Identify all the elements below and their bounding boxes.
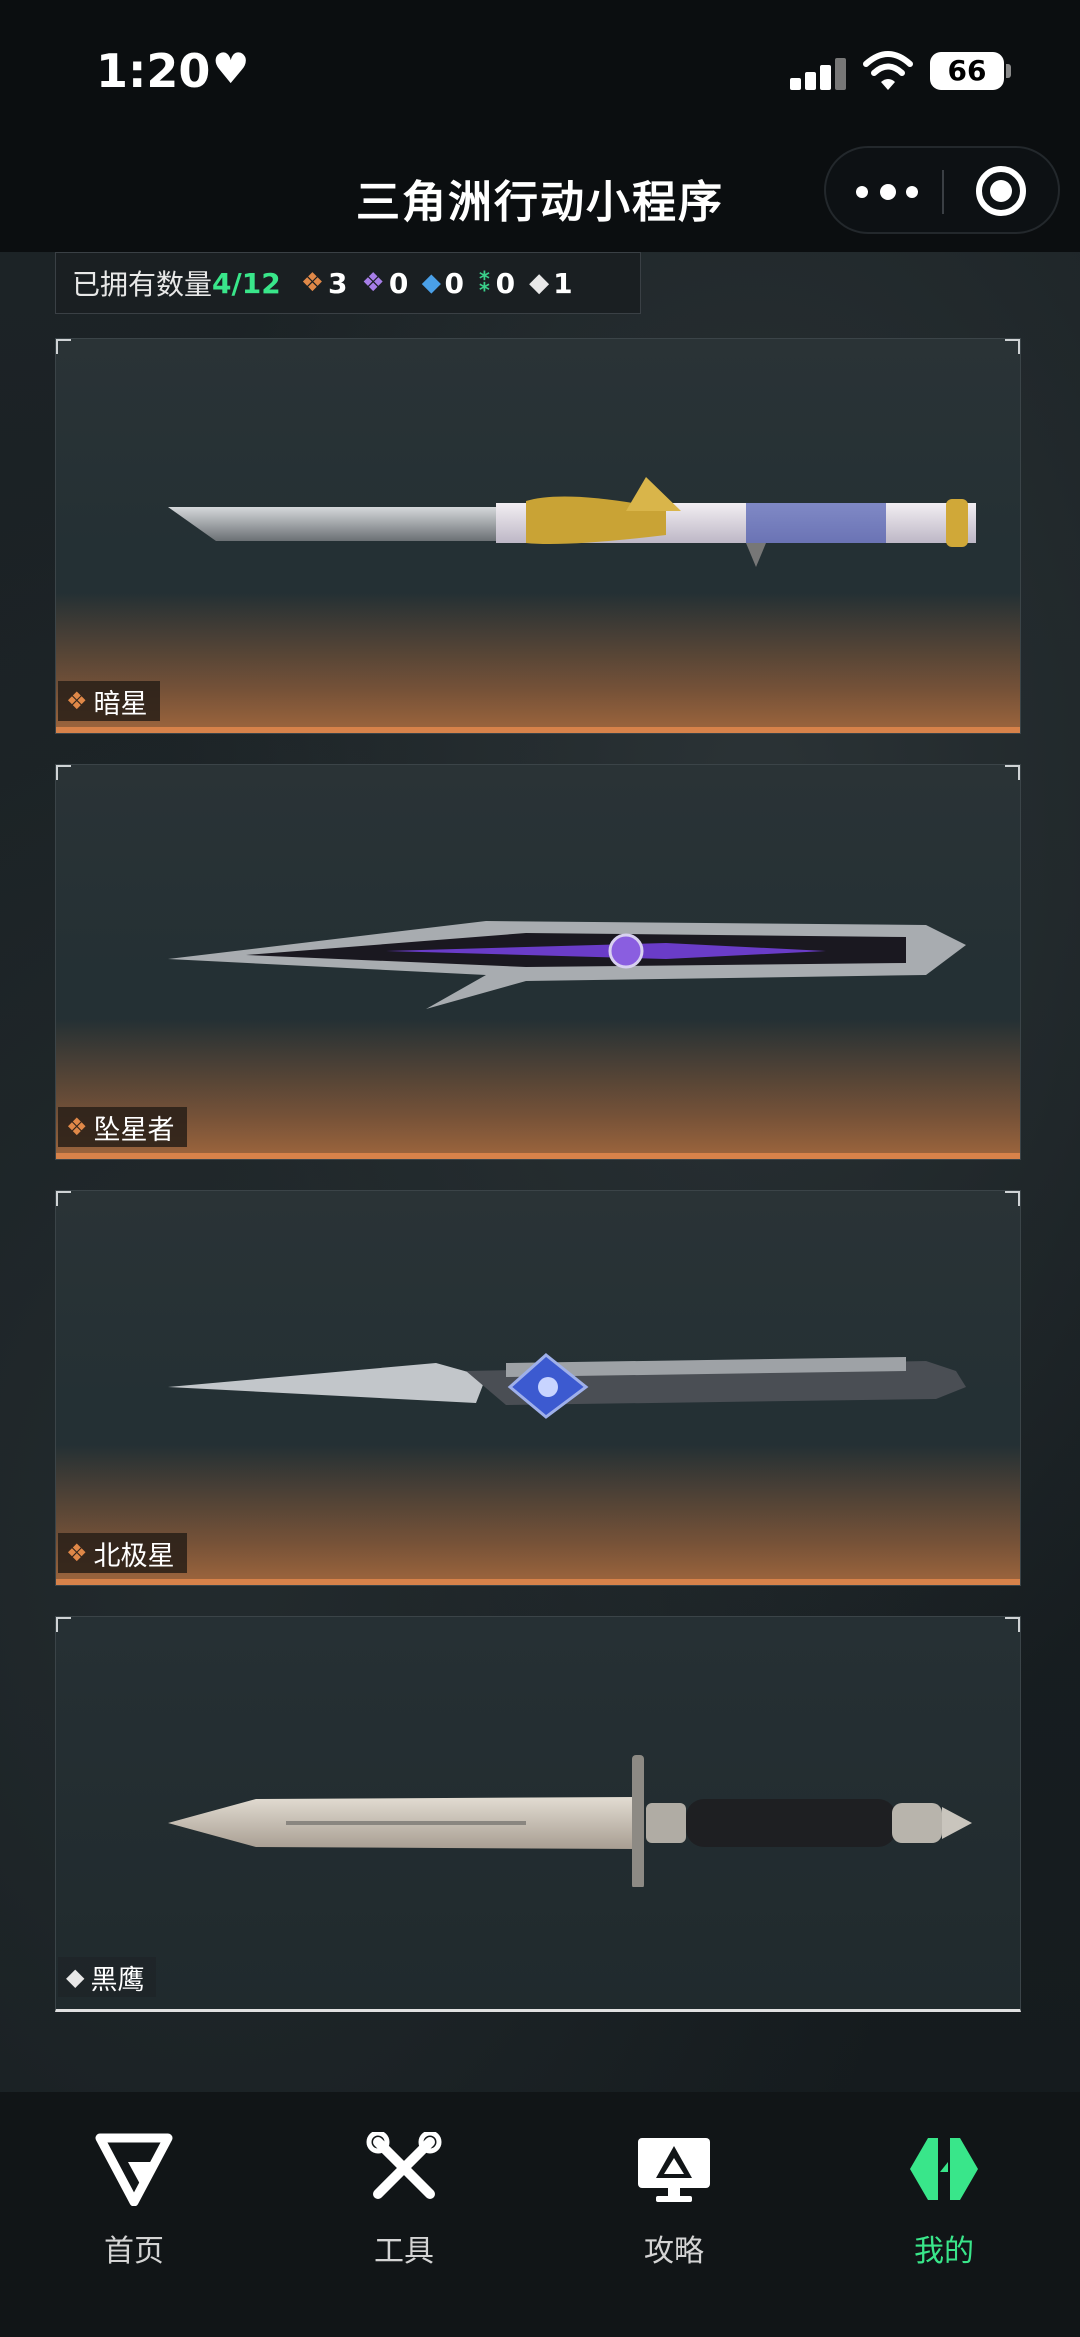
corner-bracket <box>1005 1191 1020 1206</box>
status-bar: 1:20 ♥ 66 <box>0 0 1080 130</box>
tab-label-tools: 工具 <box>374 2234 434 2269</box>
corner-bracket <box>1005 765 1020 780</box>
knife-card-1[interactable]: ❖ 暗星 <box>55 338 1021 734</box>
knife-card-4[interactable]: ◆ 黑鹰 <box>55 1616 1021 2012</box>
orange-gem-icon: ❖ <box>300 268 325 298</box>
corner-bracket <box>1005 339 1020 354</box>
tab-label-profile: 我的 <box>914 2234 974 2269</box>
home-g-icon <box>95 2133 173 2207</box>
tab-guide[interactable]: 攻略 <box>594 2132 754 2270</box>
profile-logo-icon <box>910 2138 978 2200</box>
corner-bracket <box>56 1617 71 1632</box>
tab-bar: 首页 工具 攻略 我的 <box>0 2092 1080 2337</box>
green-gem-icon: ⁑ <box>477 268 492 298</box>
blue-gem-icon: ⬥ <box>422 267 441 298</box>
white-gem-icon: ◆ <box>529 268 550 298</box>
knife-name: 暗星 <box>93 688 148 720</box>
content-area: 已拥有数量 4/12 ❖ 3 ❖ 0 ⬥ 0 ⁑ 0 ◆ 1 ❖ 暗星 ❖ 坠星… <box>0 252 1080 2092</box>
orange-gem-icon: ❖ <box>66 1539 88 1567</box>
tab-label-guide: 攻略 <box>644 2234 704 2269</box>
battery-tip <box>1006 64 1011 78</box>
rarity-accent-bar <box>56 1153 1020 1159</box>
corner-bracket <box>56 1191 71 1206</box>
orange-gem-icon: ❖ <box>66 1113 88 1141</box>
knife-name-tag: ❖ 坠星者 <box>58 1107 187 1147</box>
mini-program-capsule <box>824 146 1060 234</box>
rarity-count-orange: ❖ 3 <box>300 266 348 300</box>
status-time: 1:20 <box>96 44 211 98</box>
capsule-divider <box>942 170 944 214</box>
rarity-count-blue: ⬥ 0 <box>422 266 464 300</box>
orange-gem-icon: ❖ <box>66 687 88 715</box>
more-icon[interactable] <box>856 172 920 212</box>
guide-monitor-icon <box>638 2138 710 2202</box>
nav-bar: 三角洲行动小程序 <box>0 130 1080 252</box>
white-gem-icon: ◆ <box>66 1963 85 1991</box>
purple-gem-icon: ❖ <box>361 268 385 298</box>
owned-label: 已拥有数量 <box>72 268 213 301</box>
heart-icon: ♥ <box>212 44 250 93</box>
rarity-count-purple: ❖ 0 <box>361 266 409 300</box>
close-target-icon[interactable] <box>976 166 1026 216</box>
tab-tools[interactable]: 工具 <box>324 2130 484 2270</box>
corner-bracket <box>1005 1617 1020 1632</box>
tab-label-home: 首页 <box>104 2234 164 2269</box>
signal-icon <box>790 58 846 90</box>
wifi-icon <box>863 51 913 90</box>
knife-card-3[interactable]: ❖ 北极星 <box>55 1190 1021 1586</box>
knife-name: 北极星 <box>93 1540 175 1572</box>
rarity-count-white: ◆ 1 <box>529 266 573 300</box>
knife-name-tag: ❖ 北极星 <box>58 1533 187 1573</box>
knife-image-2 <box>168 921 966 1009</box>
knife-image-1 <box>168 477 976 567</box>
collection-count-bar: 已拥有数量 4/12 ❖ 3 ❖ 0 ⬥ 0 ⁑ 0 ◆ 1 <box>55 252 641 314</box>
knife-name-tag: ◆ 黑鹰 <box>58 1957 157 1997</box>
corner-bracket <box>56 339 71 354</box>
rarity-count-green: ⁑ 0 <box>477 266 516 300</box>
corner-bracket <box>56 765 71 780</box>
tab-home[interactable]: 首页 <box>54 2132 214 2270</box>
rarity-accent-bar <box>56 727 1020 733</box>
owned-value: 4/12 <box>212 266 281 300</box>
knife-name: 黑鹰 <box>90 1964 145 1996</box>
knife-name: 坠星者 <box>93 1114 175 1146</box>
knife-image-4 <box>168 1755 972 1887</box>
knife-card-2[interactable]: ❖ 坠星者 <box>55 764 1021 1160</box>
rarity-accent-bar <box>56 1579 1020 1585</box>
tools-icon <box>366 2130 442 2199</box>
knife-name-tag: ❖ 暗星 <box>58 681 160 721</box>
knife-image-3 <box>168 1353 966 1419</box>
tab-profile[interactable]: 我的 <box>864 2132 1024 2270</box>
battery-indicator: 66 <box>930 52 1004 90</box>
